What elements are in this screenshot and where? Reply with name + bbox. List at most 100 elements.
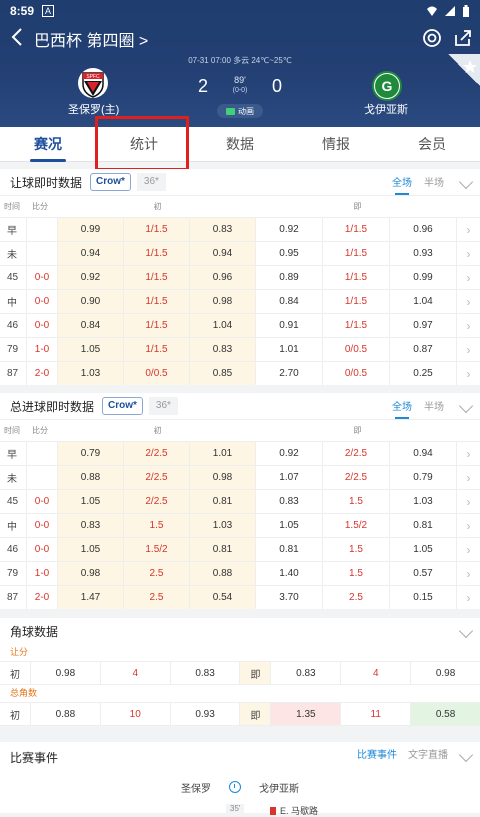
wifi-icon — [427, 6, 437, 16]
live-line-cell: 1.5 — [323, 490, 390, 513]
corner-value: 1.35 — [271, 703, 342, 725]
chevron-right-icon[interactable]: › — [457, 242, 480, 265]
live-away-cell: 1.05 — [390, 538, 457, 561]
home-score: 2 — [198, 76, 209, 96]
chevron-right-icon[interactable]: › — [457, 338, 480, 361]
live-line-cell: 1/1.5 — [323, 290, 390, 313]
chevron-right-icon[interactable]: › — [457, 466, 480, 489]
score-cell: 0-0 — [27, 266, 58, 289]
tab-member[interactable]: 会员 — [384, 127, 480, 161]
table-row[interactable]: 早 0.79 2/2.5 1.01 0.92 2/2.5 0.94 › — [0, 441, 480, 465]
tab-text-live[interactable]: 文字直播 — [408, 746, 448, 761]
table-row[interactable]: 未 0.94 1/1.5 0.94 0.95 1/1.5 0.93 › — [0, 241, 480, 265]
goals-scope-half[interactable]: 半场 — [424, 398, 444, 413]
goals-scope-toggle: 全场 半场 — [392, 398, 444, 419]
favorite-corner[interactable] — [448, 54, 480, 86]
table-row[interactable]: 87 2-0 1.47 2.5 0.54 3.70 2.5 0.15 › — [0, 585, 480, 609]
highlight-box — [95, 116, 189, 171]
goals-company-crow-button[interactable]: Crow* — [102, 397, 143, 415]
company-36-button[interactable]: 36* — [136, 173, 166, 191]
live-line-cell: 1.5/2 — [323, 514, 390, 537]
col-initial: 初 — [153, 426, 162, 435]
chevron-right-icon[interactable]: › — [457, 290, 480, 313]
tab-intel[interactable]: 情报 — [288, 127, 384, 161]
score-cell — [27, 218, 58, 241]
tab-live[interactable]: 赛况 — [0, 127, 96, 162]
row-label: 初 — [0, 703, 31, 725]
initial-home-cell: 0.88 — [58, 466, 124, 489]
home-team-logo: SPFC — [78, 68, 108, 98]
chevron-right-icon[interactable]: › — [457, 562, 480, 585]
table-row[interactable]: 早 0.99 1/1.5 0.83 0.92 1/1.5 0.96 › — [0, 217, 480, 241]
initial-line-cell: 2.5 — [124, 586, 190, 609]
table-row[interactable]: 46 0-0 0.84 1/1.5 1.04 0.91 1/1.5 0.97 › — [0, 313, 480, 337]
events-away: 戈伊亚斯 — [259, 783, 299, 795]
time-cell: 87 — [0, 586, 27, 609]
event-minute: 35' — [226, 804, 245, 813]
initial-line-cell: 2/2.5 — [124, 466, 190, 489]
initial-home-cell: 0.98 — [58, 562, 124, 585]
time-cell: 45 — [0, 266, 27, 289]
live-away-cell: 0.57 — [390, 562, 457, 585]
table-row[interactable]: 45 0-0 0.92 1/1.5 0.96 0.89 1/1.5 0.99 › — [0, 265, 480, 289]
competition-title[interactable]: 巴西杯 第四圈 > — [34, 27, 148, 51]
initial-line-cell: 2.5 — [124, 562, 190, 585]
main-tabs: 赛况 统计 数据 情报 会员 — [0, 127, 480, 162]
home-team-name[interactable]: 圣保罗(主) — [68, 101, 119, 117]
live-home-cell: 2.70 — [256, 362, 323, 385]
events-header: 比赛事件 比赛事件 文字直播 — [0, 742, 480, 772]
time-cell: 45 — [0, 490, 27, 513]
chevron-right-icon[interactable]: › — [457, 442, 480, 465]
share-icon[interactable] — [452, 27, 474, 49]
chevron-down-icon[interactable] — [458, 747, 474, 763]
goals-scope-full[interactable]: 全场 — [392, 398, 412, 419]
chevron-right-icon[interactable]: › — [457, 314, 480, 337]
events-home: 圣保罗 — [181, 783, 211, 795]
time-cell: 未 — [0, 466, 27, 489]
goals-col-header: 时间 比分 初 即 — [0, 419, 480, 441]
chevron-right-icon[interactable]: › — [457, 218, 480, 241]
table-row[interactable]: 中 0-0 0.90 1/1.5 0.98 0.84 1/1.5 1.04 › — [0, 289, 480, 313]
live-line-cell: 2/2.5 — [323, 442, 390, 465]
company-crow-button[interactable]: Crow* — [90, 173, 131, 191]
corner-value: 4 — [341, 662, 412, 684]
chevron-right-icon[interactable]: › — [457, 514, 480, 537]
table-row[interactable]: 45 0-0 1.05 2/2.5 0.81 0.83 1.5 1.03 › — [0, 489, 480, 513]
event-item: E. 马歇路 — [270, 804, 318, 817]
live-line-cell: 1/1.5 — [323, 218, 390, 241]
chevron-down-icon[interactable] — [458, 174, 474, 190]
live-away-cell: 0.25 — [390, 362, 457, 385]
live-home-cell: 1.07 — [256, 466, 323, 489]
live-home-cell: 1.01 — [256, 338, 323, 361]
table-row[interactable]: 未 0.88 2/2.5 0.98 1.07 2/2.5 0.79 › — [0, 465, 480, 489]
chevron-right-icon[interactable]: › — [457, 538, 480, 561]
scope-half[interactable]: 半场 — [424, 174, 444, 189]
chevron-down-icon[interactable] — [458, 623, 474, 639]
initial-line-cell: 1.5/2 — [124, 538, 190, 561]
live-line-cell: 1.5 — [323, 538, 390, 561]
back-arrow-icon[interactable] — [8, 26, 28, 48]
initial-line-cell: 1/1.5 — [124, 338, 190, 361]
table-row[interactable]: 79 1-0 0.98 2.5 0.88 1.40 1.5 0.57 › — [0, 561, 480, 585]
tab-data[interactable]: 数据 — [192, 127, 288, 161]
scope-full[interactable]: 全场 — [392, 174, 412, 195]
animation-button[interactable]: 动画 — [217, 104, 263, 118]
away-team-name[interactable]: 戈伊亚斯 — [364, 101, 408, 117]
table-row[interactable]: 87 2-0 1.03 0/0.5 0.85 2.70 0/0.5 0.25 › — [0, 361, 480, 385]
chevron-right-icon[interactable]: › — [457, 362, 480, 385]
initial-away-cell: 1.04 — [190, 314, 256, 337]
chevron-right-icon[interactable]: › — [457, 490, 480, 513]
target-icon[interactable] — [421, 27, 443, 49]
chevron-right-icon[interactable]: › — [457, 586, 480, 609]
goals-company-36-button[interactable]: 36* — [148, 397, 178, 415]
time-cell: 中 — [0, 514, 27, 537]
live-away-cell: 0.79 — [390, 466, 457, 489]
status-icons — [426, 4, 470, 18]
chevron-right-icon[interactable]: › — [457, 266, 480, 289]
tab-match-events[interactable]: 比赛事件 — [357, 746, 397, 761]
table-row[interactable]: 79 1-0 1.05 1/1.5 0.83 1.01 0/0.5 0.87 › — [0, 337, 480, 361]
table-row[interactable]: 46 0-0 1.05 1.5/2 0.81 0.81 1.5 1.05 › — [0, 537, 480, 561]
live-home-cell: 0.91 — [256, 314, 323, 337]
table-row[interactable]: 中 0-0 0.83 1.5 1.03 1.05 1.5/2 0.81 › — [0, 513, 480, 537]
chevron-down-icon[interactable] — [458, 398, 474, 414]
